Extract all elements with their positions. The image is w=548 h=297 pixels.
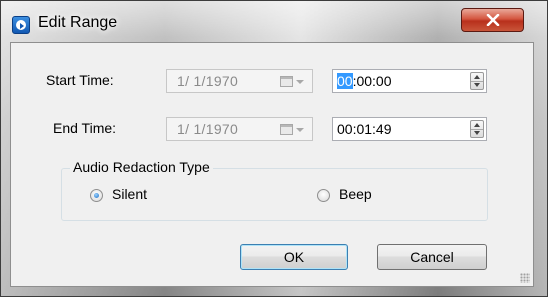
- start-time-label: Start Time:: [46, 72, 114, 88]
- chevron-down-icon: [296, 80, 304, 84]
- dialog-body: Start Time: 1/ 1/1970 00:00:00 End Time:…: [10, 42, 534, 287]
- end-date-value: 1/ 1/1970: [177, 121, 239, 137]
- start-time-input[interactable]: 00:00:00: [332, 69, 487, 93]
- start-date-value: 1/ 1/1970: [177, 73, 239, 89]
- calendar-icon: [280, 124, 293, 135]
- start-time-spinner[interactable]: [470, 72, 484, 90]
- end-time-label: End Time:: [53, 120, 117, 136]
- ok-button[interactable]: OK: [240, 244, 348, 270]
- start-time-value: 00:00:00: [337, 73, 392, 89]
- end-time-value[interactable]: 00:01:49: [337, 121, 392, 137]
- cancel-button[interactable]: Cancel: [377, 244, 487, 270]
- calendar-icon: [280, 76, 293, 87]
- start-date-picker: 1/ 1/1970: [166, 69, 313, 93]
- start-time-rest: :00:00: [352, 73, 392, 89]
- silent-radio[interactable]: [90, 189, 103, 202]
- start-time-hours-selected: 00: [337, 73, 353, 89]
- dialog-title: Edit Range: [38, 14, 118, 31]
- end-time-input[interactable]: 00:01:49: [332, 117, 487, 141]
- end-date-picker: 1/ 1/1970: [166, 117, 313, 141]
- audio-redaction-group: Audio Redaction Type Silent Beep: [61, 159, 488, 221]
- audio-redaction-legend: Audio Redaction Type: [70, 159, 213, 175]
- silent-label[interactable]: Silent: [112, 186, 147, 202]
- title-bar[interactable]: Edit Range: [0, 0, 548, 40]
- close-button[interactable]: [461, 8, 524, 32]
- close-icon: [486, 14, 500, 26]
- chevron-down-icon: [296, 128, 304, 132]
- beep-label[interactable]: Beep: [339, 186, 372, 202]
- app-icon: [12, 16, 30, 34]
- end-time-spinner[interactable]: [470, 120, 484, 138]
- resize-grip[interactable]: [520, 273, 530, 283]
- beep-radio[interactable]: [317, 189, 330, 202]
